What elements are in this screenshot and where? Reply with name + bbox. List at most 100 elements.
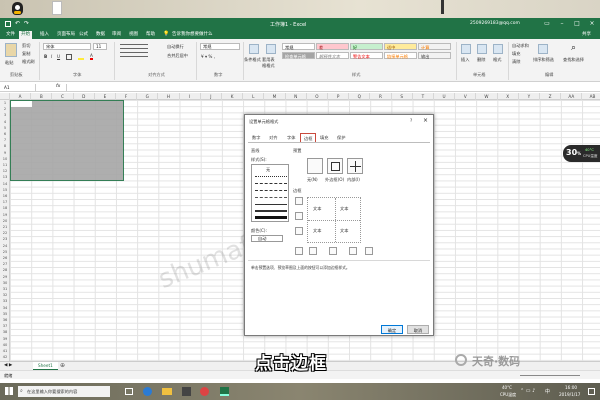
tab-file[interactable]: 文件 xyxy=(4,31,17,39)
cancel-button[interactable]: 取消 xyxy=(407,325,429,334)
border-right-button[interactable] xyxy=(349,247,357,255)
color-select[interactable]: 自动 xyxy=(251,235,283,242)
column-header[interactable]: C xyxy=(52,93,74,100)
select-all-corner[interactable] xyxy=(0,93,10,100)
active-cell[interactable] xyxy=(11,101,32,107)
dialog-tab-font[interactable]: 字体 xyxy=(284,133,298,142)
style-normal[interactable]: 常规 xyxy=(282,43,315,50)
wrap-text-button[interactable]: 自动换行 xyxy=(167,44,184,50)
format-painter-button[interactable]: 格式刷 xyxy=(22,59,35,65)
fill-button[interactable]: 填充 xyxy=(512,51,520,57)
border-bottom-button[interactable] xyxy=(295,227,303,235)
underline-icon[interactable]: U xyxy=(57,54,60,59)
cut-button[interactable]: 剪切 xyxy=(22,43,30,49)
start-icon[interactable] xyxy=(5,387,13,395)
number-format-icons[interactable]: ¥ ▾ % , xyxy=(201,54,215,59)
border-center-button[interactable] xyxy=(329,247,337,255)
sort-filter-button[interactable]: 排序和筛选 xyxy=(533,57,554,63)
column-header[interactable]: M xyxy=(264,93,286,100)
table-format-button[interactable]: 套用表格格式 xyxy=(262,57,278,69)
ime-indicator[interactable]: 中 xyxy=(545,388,550,395)
column-header[interactable]: R xyxy=(370,93,392,100)
tab-home[interactable]: 开始 xyxy=(19,31,32,39)
column-header[interactable]: I xyxy=(180,93,201,100)
column-header[interactable]: O xyxy=(307,93,328,100)
style-check-cell[interactable]: 检查单元格 xyxy=(282,52,315,59)
tab-review[interactable]: 审阅 xyxy=(110,31,123,39)
task-view-icon[interactable] xyxy=(125,388,133,395)
column-header[interactable]: AB xyxy=(582,93,600,100)
dialog-tab-fill[interactable]: 填充 xyxy=(317,133,331,142)
column-header[interactable]: P xyxy=(328,93,350,100)
tab-help[interactable]: 帮助 xyxy=(144,31,157,39)
font-name-select[interactable]: 宋体 xyxy=(43,43,91,50)
preset-none-icon[interactable] xyxy=(307,158,323,174)
add-sheet-icon[interactable]: ⊕ xyxy=(60,362,65,369)
column-header[interactable]: Y xyxy=(519,93,540,100)
redo-icon[interactable]: ↷ xyxy=(24,20,29,27)
dialog-tab-alignment[interactable]: 对齐 xyxy=(266,133,280,142)
tab-view[interactable]: 视图 xyxy=(127,31,140,39)
tell-me-search[interactable]: 告诉我你想要做什么 xyxy=(170,31,215,39)
line-style-medium[interactable] xyxy=(255,210,287,212)
border-middle-button[interactable] xyxy=(295,212,303,220)
clock-time[interactable]: 16:00 xyxy=(565,385,577,390)
name-box[interactable]: A1 xyxy=(2,84,36,91)
tab-insert[interactable]: 插入 xyxy=(38,31,51,39)
column-header[interactable]: N xyxy=(286,93,307,100)
border-left-button[interactable] xyxy=(309,247,317,255)
line-style-thick[interactable] xyxy=(255,216,287,219)
notification-icon[interactable] xyxy=(588,388,595,395)
column-header[interactable]: G xyxy=(137,93,159,100)
column-header[interactable]: AA xyxy=(561,93,583,100)
conditional-format-icon[interactable] xyxy=(249,44,259,54)
zoom-slider[interactable] xyxy=(520,375,580,376)
column-header[interactable]: U xyxy=(434,93,456,100)
selected-range[interactable] xyxy=(10,100,124,181)
sort-filter-icon[interactable] xyxy=(538,44,548,54)
explorer-icon[interactable] xyxy=(162,388,172,395)
style-explanatory[interactable]: 解释性文本 xyxy=(316,52,349,59)
column-header[interactable]: Q xyxy=(349,93,371,100)
style-output[interactable]: 输出 xyxy=(418,52,451,59)
style-linked-cell[interactable]: 链接单元格 xyxy=(384,52,417,59)
border-icon[interactable] xyxy=(66,54,72,60)
line-style-list[interactable]: 无 xyxy=(251,164,289,222)
preset-inside-label[interactable]: 内部(I) xyxy=(347,177,360,183)
column-header[interactable]: V xyxy=(455,93,477,100)
share-button[interactable]: 共享 xyxy=(580,31,593,39)
account-email[interactable]: 2509269183@qq.com xyxy=(470,21,520,26)
qq-icon[interactable] xyxy=(12,2,23,15)
find-select-button[interactable]: 查找和选择 xyxy=(563,57,584,63)
column-header[interactable]: D xyxy=(74,93,95,100)
paste-icon[interactable] xyxy=(5,43,17,57)
clear-button[interactable]: 清除 xyxy=(512,59,520,65)
line-style-thin[interactable] xyxy=(255,204,287,205)
line-style-dotted[interactable] xyxy=(255,176,287,177)
column-header[interactable]: K xyxy=(222,93,244,100)
paste-button[interactable]: 粘贴 xyxy=(5,60,13,66)
line-style-dash-dot[interactable] xyxy=(255,190,287,191)
dialog-tab-protection[interactable]: 保护 xyxy=(334,133,348,142)
column-header[interactable]: H xyxy=(158,93,180,100)
sheet-nav-icon[interactable]: ◀ ▶ xyxy=(4,363,12,368)
column-header[interactable]: J xyxy=(201,93,222,100)
line-style-none[interactable]: 无 xyxy=(266,167,270,173)
bold-icon[interactable]: B xyxy=(44,54,47,59)
tray-icons[interactable]: ⌃ ▭ ♪ xyxy=(520,388,535,394)
column-header[interactable]: L xyxy=(243,93,265,100)
font-size-select[interactable]: 11 xyxy=(93,43,107,50)
close-button[interactable]: × xyxy=(585,19,599,29)
conditional-format-button[interactable]: 条件格式 xyxy=(244,57,261,63)
preset-outline-icon[interactable] xyxy=(327,158,343,174)
style-good[interactable]: 好 xyxy=(350,43,383,50)
fx-icon[interactable]: fx xyxy=(56,84,60,89)
table-format-icon[interactable] xyxy=(266,44,276,54)
border-diag-up-button[interactable] xyxy=(295,247,303,255)
sheet-tab-sheet1[interactable]: Sheet1 xyxy=(33,362,58,370)
column-header[interactable]: T xyxy=(413,93,434,100)
border-top-button[interactable] xyxy=(295,197,303,205)
ok-button[interactable]: 确定 xyxy=(381,325,403,334)
cpu-badge[interactable]: 30% 40°C CPU温度 xyxy=(563,145,600,162)
maximize-button[interactable]: □ xyxy=(570,19,584,29)
